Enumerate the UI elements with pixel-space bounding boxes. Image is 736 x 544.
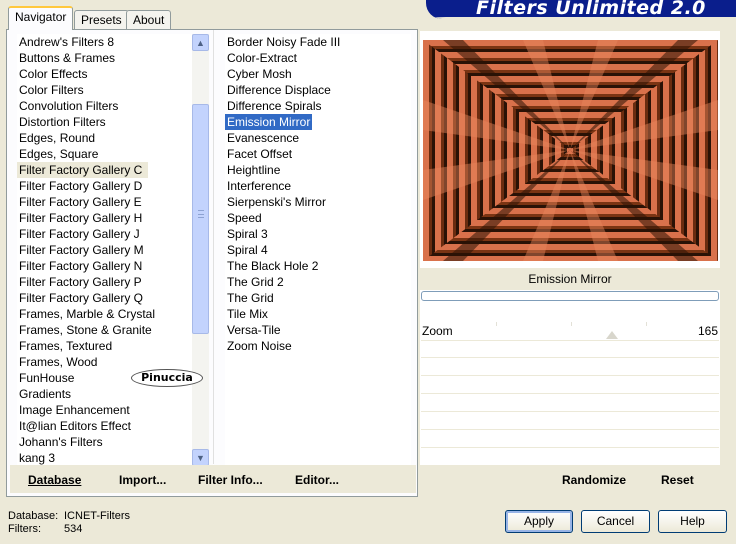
category-list-item[interactable]: Filter Factory Gallery N bbox=[17, 258, 193, 274]
filter-list-item[interactable]: Difference Spirals bbox=[225, 98, 411, 114]
apply-button[interactable]: Apply bbox=[505, 510, 573, 533]
zoom-label: Zoom bbox=[422, 324, 453, 338]
editor-button[interactable]: Editor... bbox=[295, 473, 339, 487]
param-row-divider bbox=[421, 411, 719, 412]
scroll-down-button[interactable]: ▼ bbox=[192, 449, 209, 466]
help-button[interactable]: Help bbox=[658, 510, 727, 533]
category-scrollbar[interactable]: ▲ ▼ bbox=[192, 34, 209, 466]
list-divider bbox=[213, 30, 214, 464]
category-list-item[interactable]: Filter Factory Gallery C bbox=[17, 162, 149, 178]
category-list-item[interactable]: Filter Factory Gallery E bbox=[17, 194, 193, 210]
category-list[interactable]: Andrew's Filters 8 Buttons & Frames Color … bbox=[17, 34, 193, 466]
param-row-divider bbox=[421, 393, 719, 394]
category-list-item[interactable]: Filter Factory Gallery Q bbox=[17, 290, 193, 306]
reset-button[interactable]: Reset bbox=[661, 473, 694, 487]
current-filter-name: Emission Mirror bbox=[420, 268, 720, 290]
database-label: Database: bbox=[8, 510, 59, 522]
filter-info-button[interactable]: Filter Info... bbox=[198, 473, 263, 487]
database-button[interactable]: Database bbox=[28, 473, 81, 487]
filter-list-item[interactable]: Cyber Mosh bbox=[225, 66, 411, 82]
category-list-item[interactable]: Gradients bbox=[17, 386, 193, 402]
category-list-item[interactable]: Filter Factory Gallery D bbox=[17, 178, 193, 194]
category-list-item[interactable]: Frames, Stone & Granite bbox=[17, 322, 193, 338]
randomize-button[interactable]: Randomize bbox=[562, 473, 626, 487]
chevron-up-icon: ▲ bbox=[196, 37, 205, 48]
filter-list-item[interactable]: Border Noisy Fade III bbox=[225, 34, 411, 50]
zoom-value: 165 bbox=[697, 324, 718, 338]
filter-list-item[interactable]: The Grid 2 bbox=[225, 274, 411, 290]
category-list-item[interactable]: Color Filters bbox=[17, 82, 193, 98]
category-list-item[interactable]: Buttons & Frames bbox=[17, 50, 193, 66]
filter-list-item[interactable]: Zoom Noise bbox=[225, 338, 411, 354]
filter-list-item[interactable]: Versa-Tile bbox=[225, 322, 411, 338]
param-row-divider bbox=[421, 447, 719, 448]
parameters-button-bar: Randomize Reset bbox=[420, 465, 720, 493]
param-row-divider bbox=[421, 340, 719, 341]
progress-bar bbox=[421, 291, 719, 301]
preview-image bbox=[423, 40, 718, 261]
filter-list-item[interactable]: Sierpenski's Mirror bbox=[225, 194, 411, 210]
chevron-down-icon: ▼ bbox=[196, 452, 205, 463]
filter-list-item[interactable]: Interference bbox=[225, 178, 411, 194]
filters-count-label: Filters: bbox=[8, 523, 41, 535]
filter-list-item[interactable]: Difference Displace bbox=[225, 82, 411, 98]
category-list-item[interactable]: Image Enhancement bbox=[17, 402, 193, 418]
category-list-item[interactable]: Edges, Square bbox=[17, 146, 193, 162]
category-list-item[interactable]: Johann's Filters bbox=[17, 434, 193, 450]
filter-list-item[interactable]: The Black Hole 2 bbox=[225, 258, 411, 274]
category-list-item[interactable]: Edges, Round bbox=[17, 130, 193, 146]
tab-presets[interactable]: Presets bbox=[74, 10, 129, 29]
filter-list[interactable]: Border Noisy Fade III Color-Extract Cyber … bbox=[225, 34, 411, 466]
category-list-item[interactable]: Frames, Wood bbox=[17, 354, 193, 370]
grip-icon bbox=[198, 210, 204, 218]
filter-list-item[interactable]: Color-Extract bbox=[225, 50, 411, 66]
database-value: ICNET-Filters bbox=[64, 510, 130, 522]
import-button[interactable]: Import... bbox=[119, 473, 166, 487]
filters-count-value: 534 bbox=[64, 523, 83, 535]
tab-about[interactable]: About bbox=[126, 10, 172, 29]
category-list-item[interactable]: Filter Factory Gallery M bbox=[17, 242, 193, 258]
tab-navigator[interactable]: Navigator bbox=[8, 6, 74, 30]
category-list-item[interactable]: Filter Factory Gallery P bbox=[17, 274, 193, 290]
category-list-item[interactable]: It@lian Editors Effect bbox=[17, 418, 193, 434]
filter-list-item[interactable]: Spiral 4 bbox=[225, 242, 411, 258]
filter-list-item[interactable]: Spiral 3 bbox=[225, 226, 411, 242]
app-title: Filters Unlimited 2.0 bbox=[476, 0, 706, 19]
category-list-item[interactable]: Filter Factory Gallery J bbox=[17, 226, 193, 242]
zoom-slider-row[interactable]: Zoom 165 bbox=[421, 322, 719, 339]
scroll-thumb[interactable] bbox=[192, 104, 209, 334]
param-row-divider bbox=[421, 357, 719, 358]
category-list-item[interactable]: kang 3 bbox=[17, 450, 193, 466]
navigator-button-bar: Database Import... Filter Info... Editor… bbox=[10, 465, 416, 493]
category-list-item[interactable]: Frames, Marble & Crystal bbox=[17, 306, 193, 322]
category-list-item[interactable]: Frames, Textured bbox=[17, 338, 193, 354]
filter-list-item[interactable]: Emission Mirror bbox=[225, 114, 313, 130]
filter-list-item[interactable]: Heightline bbox=[225, 162, 411, 178]
zoom-slider-thumb[interactable] bbox=[606, 331, 618, 339]
category-list-item[interactable]: Andrew's Filters 8 bbox=[17, 34, 193, 50]
filter-list-item[interactable]: Evanescence bbox=[225, 130, 411, 146]
watermark-logo: Pinuccia bbox=[131, 369, 203, 387]
filter-list-item[interactable]: Tile Mix bbox=[225, 306, 411, 322]
filter-list-item[interactable]: Facet Offset bbox=[225, 146, 411, 162]
param-row-divider bbox=[421, 429, 719, 430]
category-list-item[interactable]: Convolution Filters bbox=[17, 98, 193, 114]
filter-list-item[interactable]: Speed bbox=[225, 210, 411, 226]
filter-list-item[interactable]: The Grid bbox=[225, 290, 411, 306]
category-list-item[interactable]: Distortion Filters bbox=[17, 114, 193, 130]
scroll-up-button[interactable]: ▲ bbox=[192, 34, 209, 51]
preview-frame bbox=[420, 31, 720, 267]
cancel-button[interactable]: Cancel bbox=[581, 510, 650, 533]
category-list-item[interactable]: Color Effects bbox=[17, 66, 193, 82]
param-row-divider bbox=[421, 375, 719, 376]
category-list-item[interactable]: Filter Factory Gallery H bbox=[17, 210, 193, 226]
